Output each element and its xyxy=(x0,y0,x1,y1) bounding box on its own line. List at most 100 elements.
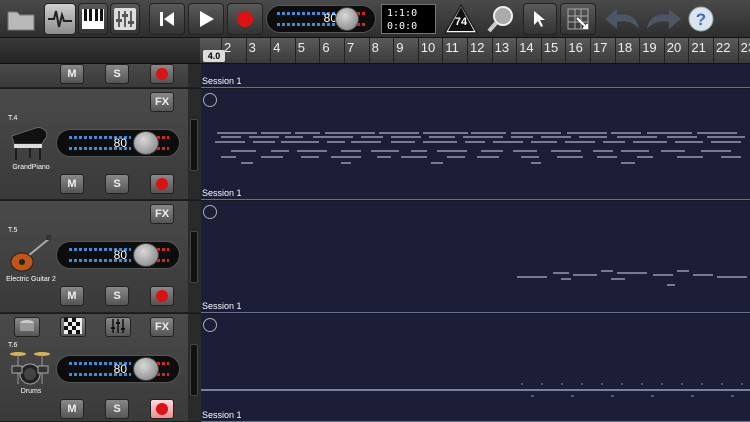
rewind-button[interactable] xyxy=(149,3,185,35)
position-bars: 1:1:0 xyxy=(387,8,418,19)
undo-arrow-icon xyxy=(605,9,639,29)
ruler-tick-line xyxy=(442,38,444,63)
piano-roll-button[interactable] xyxy=(78,3,108,35)
session-label: Session 1 xyxy=(202,410,242,420)
record-arm-button[interactable] xyxy=(150,286,174,306)
rewind-icon xyxy=(160,12,174,26)
metronome-tempo: 74 xyxy=(454,16,468,28)
track-scroll[interactable] xyxy=(188,89,201,200)
track-volume-value: 80 xyxy=(113,362,127,376)
master-volume-slider[interactable]: 80 xyxy=(266,5,376,33)
track-volume-slider[interactable]: 80 xyxy=(56,129,180,157)
mute-button[interactable]: M xyxy=(60,174,84,194)
grid-tool-button[interactable] xyxy=(560,3,596,35)
ruler-tick-line xyxy=(663,38,665,63)
track-volume-slider[interactable]: 80 xyxy=(56,355,180,383)
session-label: Session 1 xyxy=(202,301,242,311)
drum-midi-notes xyxy=(201,383,750,397)
tempo-marker[interactable]: 4.0 xyxy=(203,50,225,62)
grid-icon xyxy=(567,8,589,30)
solo-button[interactable]: S xyxy=(105,174,129,194)
track-drums: FX T.6 Drums 80 M S Session 1 xyxy=(0,314,750,422)
ruler-tick-label: 15 xyxy=(543,40,559,55)
track-name: Electric Guitar 2 xyxy=(6,276,56,283)
session-label: Session 1 xyxy=(202,188,242,198)
fx-button[interactable]: FX xyxy=(150,204,174,224)
record-arm-button[interactable] xyxy=(150,174,174,194)
ruler-tick-label: 18 xyxy=(617,40,633,55)
grand-piano-icon[interactable] xyxy=(8,122,52,162)
record-icon xyxy=(237,11,253,27)
waveform-view-button[interactable] xyxy=(44,3,76,35)
ruler-tick-label: 6 xyxy=(322,40,330,55)
ruler-tick-line xyxy=(737,38,739,63)
timeline-ruler[interactable]: 234567891011121314151617181920212223 xyxy=(200,38,750,64)
ruler-tick-line xyxy=(467,38,468,63)
ruler-tick-label: 21 xyxy=(691,40,706,55)
mixer-button[interactable] xyxy=(110,3,140,35)
solo-button[interactable]: S xyxy=(105,399,129,419)
track-scroll[interactable] xyxy=(188,314,201,422)
ruler-tick-line xyxy=(540,38,542,63)
track-volume-slider[interactable]: 80 xyxy=(56,241,180,269)
redo-arrow-icon xyxy=(647,9,681,29)
undo-button[interactable] xyxy=(602,3,642,35)
ruler-tick-label: 10 xyxy=(420,40,436,55)
ruler-tick-line xyxy=(516,38,518,63)
ruler-tick-line xyxy=(713,38,714,63)
track-number: T.5 xyxy=(8,227,18,234)
ruler-tick-label: 14 xyxy=(519,40,534,55)
checker-pattern-icon xyxy=(64,318,82,334)
record-button[interactable] xyxy=(227,3,263,35)
track-name: GrandPiano xyxy=(12,164,50,171)
drum-kit-icon[interactable] xyxy=(8,348,52,388)
record-dot-icon xyxy=(156,178,168,190)
mute-button[interactable]: M xyxy=(60,286,84,306)
redo-button[interactable] xyxy=(644,3,684,35)
record-dot-icon xyxy=(156,403,168,415)
folder-icon[interactable] xyxy=(4,3,38,35)
play-button[interactable] xyxy=(188,3,224,35)
electric-guitar-icon[interactable] xyxy=(8,234,52,274)
solo-button[interactable]: S xyxy=(105,64,129,84)
drum-pattern-button[interactable] xyxy=(60,317,86,337)
ruler-tick-label: 3 xyxy=(248,40,256,55)
master-volume-knob[interactable] xyxy=(335,7,359,31)
track-electric-guitar: FX T.5 Electric Guitar 2 80 M S Session … xyxy=(0,201,750,313)
track-volume-knob[interactable] xyxy=(133,357,159,381)
zoom-button[interactable] xyxy=(484,3,518,35)
track-scroll[interactable] xyxy=(188,201,201,313)
help-button[interactable]: ? xyxy=(686,3,716,35)
track-volume-value: 80 xyxy=(113,136,127,150)
ruler-tick-line xyxy=(294,38,296,63)
fx-button[interactable]: FX xyxy=(150,92,174,112)
ruler-tick-label: 2 xyxy=(224,40,232,55)
fx-button[interactable]: FX xyxy=(150,317,174,337)
ruler-tick-line xyxy=(393,38,395,63)
ruler-tick-label: 20 xyxy=(666,40,682,55)
ruler-tick-line xyxy=(565,38,567,63)
track-volume-knob[interactable] xyxy=(133,243,159,267)
ruler-tick-label: 23 xyxy=(740,40,750,55)
track-volume-knob[interactable] xyxy=(133,131,159,155)
ruler-tick-label: 7 xyxy=(347,40,355,55)
record-arm-button-active[interactable] xyxy=(150,399,174,419)
ruler-tick-line xyxy=(319,38,321,63)
track-scroll[interactable] xyxy=(188,64,201,88)
drum-mixer-button[interactable] xyxy=(105,317,131,337)
ruler-tick-line xyxy=(614,38,616,63)
ruler-tick-label: 8 xyxy=(371,40,379,55)
metronome-button[interactable]: 74 xyxy=(442,3,480,35)
record-arm-button[interactable] xyxy=(150,64,174,84)
piano-midi-notes xyxy=(215,132,745,164)
ruler-tick-label: 13 xyxy=(494,40,510,55)
mute-button[interactable]: M xyxy=(60,399,84,419)
level-meter xyxy=(190,231,198,283)
mute-button[interactable]: M xyxy=(60,64,84,84)
solo-button[interactable]: S xyxy=(105,286,129,306)
track-lane[interactable] xyxy=(201,64,750,88)
ruler-tick-label: 4 xyxy=(273,40,281,55)
drum-pad-button[interactable] xyxy=(14,317,40,337)
select-tool-button[interactable] xyxy=(523,3,557,35)
record-dot-icon xyxy=(156,290,168,302)
